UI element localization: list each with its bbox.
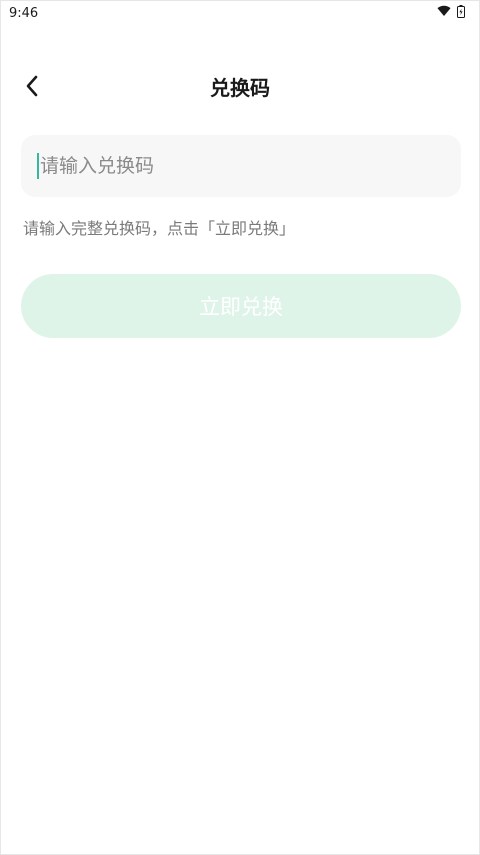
text-caret — [37, 153, 39, 179]
hint-text: 请输入完整兑换码，点击「立即兑换」 — [23, 219, 296, 238]
battery-icon — [457, 4, 465, 22]
wifi-icon — [437, 5, 451, 21]
status-icons — [437, 4, 465, 22]
header: 兑换码 — [1, 57, 479, 113]
redeem-code-input-box[interactable] — [21, 135, 461, 197]
status-time: 9:46 — [9, 5, 39, 21]
redeem-code-input[interactable] — [40, 146, 461, 186]
page-title: 兑换码 — [210, 76, 270, 100]
redeem-code-screen: 9:46 兑换码 请输入完整兑 — [0, 0, 480, 855]
redeem-now-button[interactable]: 立即兑换 — [21, 274, 461, 338]
status-bar: 9:46 — [1, 1, 479, 25]
